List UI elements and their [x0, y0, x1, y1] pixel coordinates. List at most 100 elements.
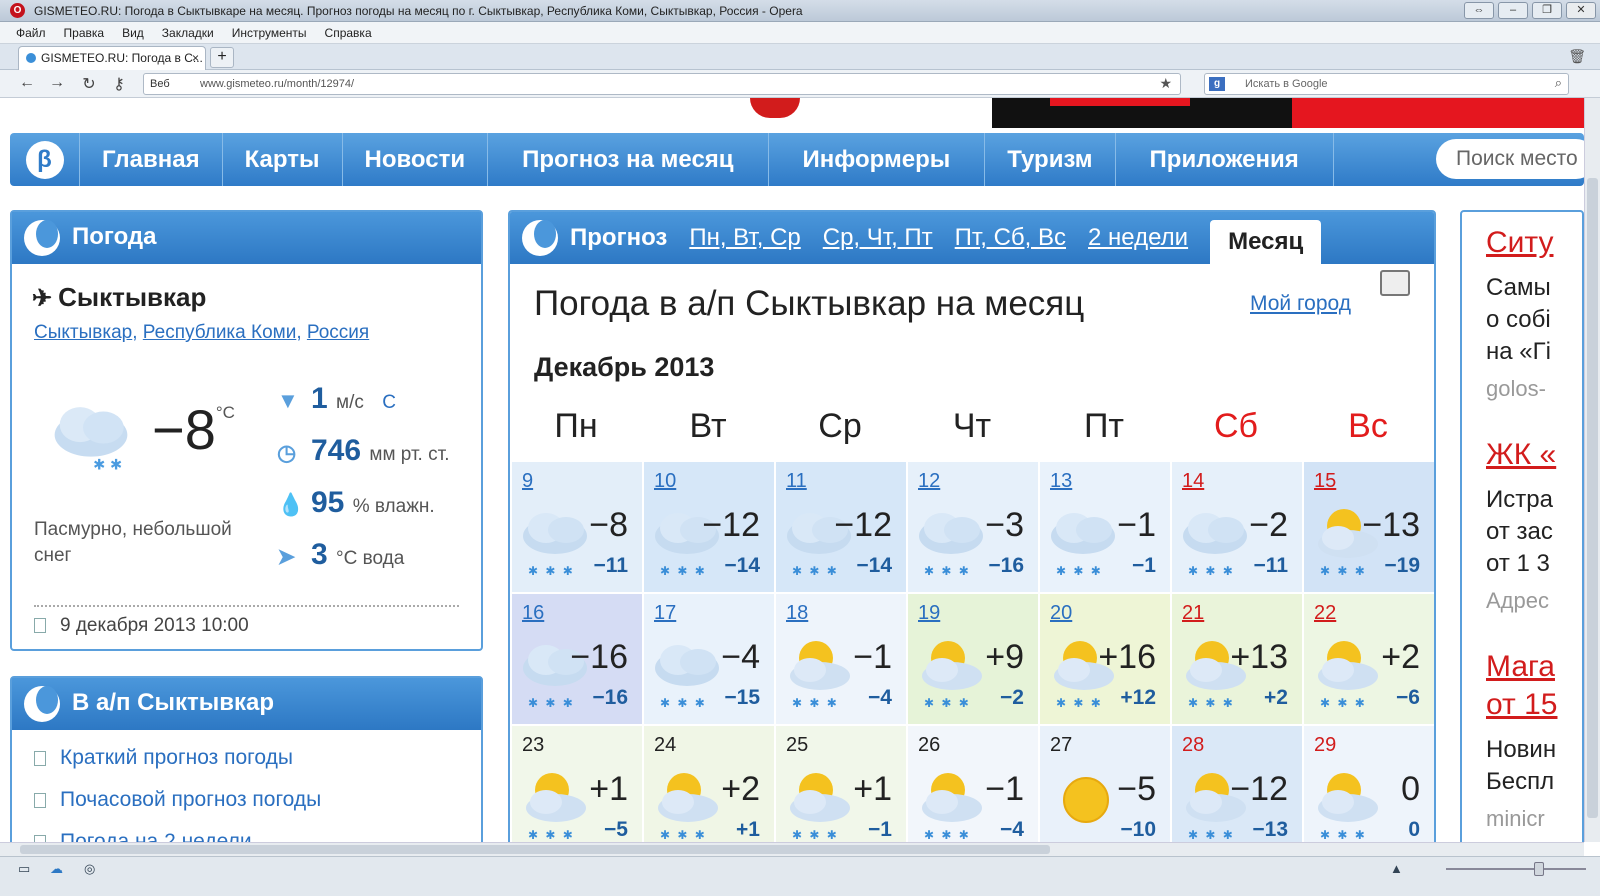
day-number[interactable]: 10 [654, 470, 676, 493]
day-cell[interactable]: 14 ✱ ✱ ✱ −2 −11 [1172, 462, 1303, 593]
printer-icon[interactable] [1380, 270, 1410, 296]
day-number[interactable]: 26 [918, 734, 940, 757]
browser-tab[interactable]: GISMETEO.RU: Погода в С... × [18, 46, 206, 70]
day-cell[interactable]: 17 ✱ ✱ ✱ −4 −15 [644, 594, 775, 725]
news-headline[interactable]: ЖК « [1486, 438, 1556, 472]
day-number[interactable]: 16 [522, 602, 544, 625]
day-number[interactable]: 20 [1050, 602, 1072, 625]
forward-arrow-icon[interactable]: → [46, 74, 68, 92]
address-bar[interactable]: Веб www.gismeteo.ru/month/12974/ ★ [143, 73, 1181, 95]
day-number[interactable]: 22 [1314, 602, 1336, 625]
day-number[interactable]: 11 [786, 470, 807, 493]
news-headline[interactable]: от 15 [1486, 688, 1557, 722]
day-cell[interactable]: 29 ✱ ✱ ✱ 0 0 [1304, 726, 1434, 857]
day-number[interactable]: 17 [654, 602, 676, 625]
menu-view[interactable]: Вид [122, 22, 144, 43]
speed-dial-icon[interactable]: ◎ [84, 861, 95, 877]
tab-month[interactable]: Месяц [1210, 220, 1322, 264]
maximize-button[interactable]: ❐ [1532, 2, 1562, 19]
day-cell[interactable]: 28 ✱ ✱ ✱ −12 −13 [1172, 726, 1303, 857]
zoom-slider[interactable] [1446, 868, 1586, 870]
day-number[interactable]: 13 [1050, 470, 1072, 493]
day-cell[interactable]: 16 ✱ ✱ ✱ −16 −16 [512, 594, 643, 725]
nav-main[interactable]: Главная [80, 133, 223, 186]
nav-news[interactable]: Новости [343, 133, 489, 186]
day-number[interactable]: 18 [786, 602, 808, 625]
day-number[interactable]: 25 [786, 734, 808, 757]
link-hourly-forecast[interactable]: Почасовой прогноз погоды [34, 788, 321, 812]
day-cell[interactable]: 12 ✱ ✱ ✱ −3 −16 [908, 462, 1039, 593]
nav-tourism[interactable]: Туризм [985, 133, 1116, 186]
restore-tabs-button[interactable]: ⇔ [1464, 2, 1494, 19]
day-cell[interactable]: 10 ✱ ✱ ✱ −12 −14 [644, 462, 775, 593]
day-number[interactable]: 23 [522, 734, 544, 757]
site-search-input[interactable]: Поиск место [1436, 139, 1596, 179]
link-city[interactable]: Сыктывкар [34, 322, 132, 343]
search-field[interactable]: g Искать в Google ⌕ [1204, 73, 1569, 95]
tab-fri-sun[interactable]: Пт, Сб, Вс [955, 213, 1066, 263]
day-number[interactable]: 14 [1182, 470, 1204, 493]
back-arrow-icon[interactable]: ← [16, 74, 38, 92]
day-cell[interactable]: 27 −5 −10 [1040, 726, 1171, 857]
key-icon[interactable]: ⚷ [108, 74, 130, 94]
menu-help[interactable]: Справка [325, 22, 372, 43]
link-country[interactable]: Россия [307, 322, 369, 343]
close-button[interactable]: ✕ [1566, 2, 1596, 19]
menu-bookmarks[interactable]: Закладки [162, 22, 214, 43]
cloud-icon[interactable]: ☁ [50, 861, 63, 877]
bookmark-star-icon[interactable]: ★ [1159, 73, 1172, 93]
minimize-button[interactable]: – [1498, 2, 1528, 19]
panel-toggle-icon[interactable]: ▭ [18, 861, 30, 877]
day-cell[interactable]: 9 ✱ ✱ ✱ −8 −11 [512, 462, 643, 593]
menu-file[interactable]: Файл [16, 22, 46, 43]
menu-tools[interactable]: Инструменты [232, 22, 307, 43]
day-number[interactable]: 19 [918, 602, 940, 625]
vertical-scrollbar[interactable] [1584, 98, 1600, 842]
day-cell[interactable]: 19 ✱ ✱ ✱ +9 −2 [908, 594, 1039, 725]
search-icon[interactable]: ⌕ [1555, 73, 1562, 93]
trash-icon[interactable]: 🗑 [1568, 48, 1586, 65]
tab-close-button[interactable]: × [192, 47, 199, 69]
day-cell[interactable]: 18 ✱ ✱ ✱ −1 −4 [776, 594, 907, 725]
day-cell[interactable]: 26 ✱ ✱ ✱ −1 −4 [908, 726, 1039, 857]
day-cell[interactable]: 22 ✱ ✱ ✱ +2 −6 [1304, 594, 1434, 725]
day-number[interactable]: 21 [1182, 602, 1204, 625]
menu-edit[interactable]: Правка [64, 22, 105, 43]
ad-banner[interactable] [520, 98, 1584, 128]
nav-apps[interactable]: Приложения [1116, 133, 1334, 186]
day-number[interactable]: 9 [522, 470, 533, 493]
panel-title: В а/п Сыктывкар [72, 689, 275, 716]
my-city-link[interactable]: Мой город [1250, 292, 1351, 316]
day-cell[interactable]: 13 ✱ ✱ ✱ −1 −1 [1040, 462, 1171, 593]
day-cell[interactable]: 24 ✱ ✱ ✱ +2 +1 [644, 726, 775, 857]
day-number[interactable]: 24 [654, 734, 676, 757]
nav-maps[interactable]: Карты [223, 133, 343, 186]
new-tab-button[interactable]: + [210, 47, 234, 68]
nav-informers[interactable]: Информеры [769, 133, 986, 186]
day-number[interactable]: 12 [918, 470, 940, 493]
zoom-slider-handle[interactable] [1534, 862, 1544, 876]
link-republic[interactable]: Республика Коми [143, 322, 297, 343]
horizontal-scrollbar[interactable] [0, 842, 1584, 856]
day-cell[interactable]: 25 ✱ ✱ ✱ +1 −1 [776, 726, 907, 857]
site-logo[interactable]: β [10, 133, 80, 186]
news-headline[interactable]: Ситу [1486, 226, 1554, 260]
day-cell[interactable]: 15 ✱ ✱ ✱ −13 −19 [1304, 462, 1434, 593]
day-cell[interactable]: 23 ✱ ✱ ✱ +1 −5 [512, 726, 643, 857]
tab-wed-fri[interactable]: Ср, Чт, Пт [823, 213, 933, 263]
tab-two-weeks[interactable]: 2 недели [1088, 213, 1188, 263]
google-icon[interactable]: g [1209, 77, 1225, 91]
view-icon[interactable]: ▲ [1390, 861, 1403, 876]
tab-mon-wed[interactable]: Пн, Вт, Ср [689, 213, 800, 263]
day-cell[interactable]: 21 ✱ ✱ ✱ +13 +2 [1172, 594, 1303, 725]
reload-icon[interactable]: ↻ [78, 74, 100, 94]
link-short-forecast[interactable]: Краткий прогноз погоды [34, 746, 293, 770]
news-headline[interactable]: Мага [1486, 650, 1555, 684]
nav-month-forecast[interactable]: Прогноз на месяц [488, 133, 769, 186]
day-number[interactable]: 15 [1314, 470, 1336, 493]
day-number[interactable]: 28 [1182, 734, 1204, 757]
day-number[interactable]: 29 [1314, 734, 1336, 757]
day-cell[interactable]: 20 ✱ ✱ ✱ +16 +12 [1040, 594, 1171, 725]
day-cell[interactable]: 11 ✱ ✱ ✱ −12 −14 [776, 462, 907, 593]
day-number[interactable]: 27 [1050, 734, 1072, 757]
